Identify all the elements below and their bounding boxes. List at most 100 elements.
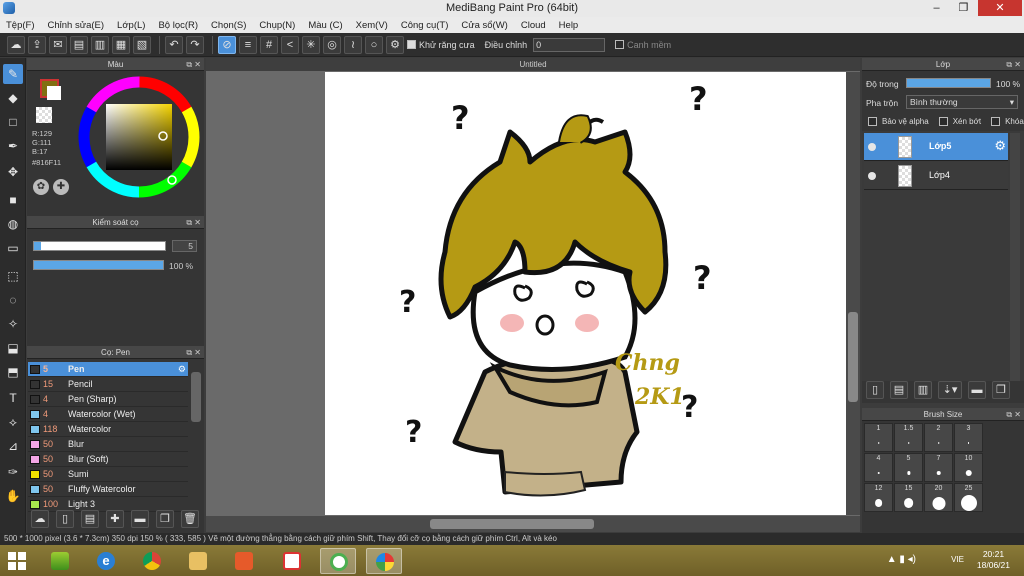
document-tab[interactable]: Untitled xyxy=(206,58,860,71)
brush-opacity-slider[interactable] xyxy=(33,260,164,270)
panel-popout-close-icon[interactable]: ⧉ ✕ xyxy=(186,216,201,229)
layer-list-scrollbar[interactable] xyxy=(1010,133,1020,381)
menu-window[interactable]: Cửa sổ(W) xyxy=(461,20,507,31)
move-tool-icon[interactable]: ✥ xyxy=(3,162,23,182)
canvas-horizontal-scrollbar[interactable] xyxy=(206,516,860,532)
minimize-button[interactable]: – xyxy=(923,0,950,16)
pages-icon[interactable]: ▦ xyxy=(112,35,130,54)
snap-off-icon[interactable]: ⊘ xyxy=(218,35,236,54)
menu-file[interactable]: Tệp(F) xyxy=(6,20,35,31)
cloud-icon[interactable]: ☁ xyxy=(7,35,25,54)
brush-list-item[interactable]: 5 Pen ⚙ xyxy=(28,362,188,377)
taskbar-app-chrome[interactable] xyxy=(134,548,170,574)
brush-size-cell[interactable]: 10 xyxy=(954,453,983,482)
canvas-vertical-scrollbar[interactable] xyxy=(846,72,860,515)
visibility-icon[interactable] xyxy=(868,172,876,180)
taskbar-app-office[interactable] xyxy=(226,548,262,574)
message-icon[interactable]: ▤ xyxy=(70,35,88,54)
clock[interactable]: 20:21 18/06/21 xyxy=(977,549,1010,571)
radial-snap-icon[interactable]: ✳ xyxy=(302,35,320,54)
layer-opacity-slider[interactable] xyxy=(906,78,991,88)
eyedropper-alt-icon[interactable]: ✑ xyxy=(3,462,23,482)
select-pen-icon[interactable]: ⬓ xyxy=(3,338,23,358)
brush-size-cell[interactable]: 5 xyxy=(894,453,923,482)
brush-list-item[interactable]: 118 Watercolor xyxy=(28,422,188,437)
circle-snap-icon[interactable]: ◎ xyxy=(323,35,341,54)
select-eraser-icon[interactable]: ⬒ xyxy=(3,362,23,382)
brush-size-cell[interactable]: 15 xyxy=(894,483,923,512)
menu-view[interactable]: Xem(V) xyxy=(356,20,388,31)
language-indicator[interactable]: VIE xyxy=(951,555,964,564)
protect-alpha-checkbox[interactable] xyxy=(868,117,877,126)
brush-size-cell[interactable]: 1 xyxy=(864,423,893,452)
vertical-scroll-thumb[interactable] xyxy=(848,312,858,402)
undo-icon[interactable]: ↶ xyxy=(165,35,183,54)
pen-tool-icon[interactable]: ✒ xyxy=(3,136,23,156)
horizontal-scroll-thumb[interactable] xyxy=(430,519,594,529)
comment-icon[interactable]: ✉ xyxy=(49,35,67,54)
palette-add-icon[interactable]: ✚ xyxy=(53,179,69,195)
smooth-checkbox[interactable] xyxy=(615,40,625,49)
menu-cloud[interactable]: Cloud xyxy=(521,20,546,31)
hand-tool-icon[interactable]: ✋ xyxy=(3,486,23,506)
brush-size-cell[interactable]: 7 xyxy=(924,453,953,482)
dot-tool-icon[interactable]: □ xyxy=(3,112,23,132)
eraser-tool-icon[interactable]: ◆ xyxy=(3,88,23,108)
brush-copy-icon[interactable]: ❐ xyxy=(156,510,174,528)
brush-size-cell[interactable]: 20 xyxy=(924,483,953,512)
parallel-snap-icon[interactable]: ≡ xyxy=(239,35,257,54)
brush-folder-icon[interactable]: ▬ xyxy=(131,510,149,528)
panel-popout-close-icon[interactable]: ⧉ ✕ xyxy=(1006,58,1021,71)
menu-tools[interactable]: Công cụ(T) xyxy=(401,20,449,31)
fill-tool-icon[interactable]: ◍ xyxy=(3,214,23,234)
magic-wand-icon[interactable]: ✧ xyxy=(3,314,23,334)
taskbar-app-ie[interactable]: e xyxy=(88,548,124,574)
tray-icons[interactable]: ▲ ▮ ◂) xyxy=(887,554,916,565)
maximize-button[interactable]: ❐ xyxy=(950,0,977,16)
brush-size-cell[interactable]: 3 xyxy=(954,423,983,452)
taskbar-app-medibang[interactable] xyxy=(366,548,402,574)
gear-icon[interactable]: ⚙ xyxy=(178,362,186,377)
divide-tool-icon[interactable]: ⟡ xyxy=(3,412,23,432)
taskbar-app-explorer[interactable] xyxy=(180,548,216,574)
panel-popout-close-icon[interactable]: ⧉ ✕ xyxy=(186,346,201,359)
brush-list-item[interactable]: 50 Blur xyxy=(28,437,188,452)
brush-size-cell[interactable]: 1.5 xyxy=(894,423,923,452)
brush-tool-icon[interactable]: ✎ xyxy=(3,64,23,84)
cross-snap-icon[interactable]: # xyxy=(260,35,278,54)
select-tool-icon[interactable]: ⬚ xyxy=(3,266,23,286)
brush-size-cell[interactable]: 4 xyxy=(864,453,893,482)
redo-icon[interactable]: ↷ xyxy=(186,35,204,54)
taskbar-app-bluestacks[interactable] xyxy=(42,548,78,574)
snap-settings-icon[interactable]: ⚙ xyxy=(386,35,404,54)
brush-delete-icon[interactable]: 🗑 xyxy=(181,510,199,528)
folder-icon[interactable]: ▬ xyxy=(968,381,986,399)
new-halftone-layer-icon[interactable]: ▥ xyxy=(914,381,932,399)
start-windows-icon[interactable] xyxy=(8,552,26,570)
brush-size-cell[interactable]: 25 xyxy=(954,483,983,512)
text-tool-icon[interactable]: T xyxy=(3,388,23,408)
visibility-icon[interactable] xyxy=(868,143,876,151)
brush-list-item[interactable]: 50 Sumi xyxy=(28,467,188,482)
menu-color[interactable]: Màu (C) xyxy=(308,20,342,31)
eyedropper-icon[interactable]: ⊿ xyxy=(3,436,23,456)
transparent-swatch[interactable] xyxy=(36,107,52,123)
share-icon[interactable]: ⇪ xyxy=(28,35,46,54)
shape-tool-icon[interactable]: ■ xyxy=(3,190,23,210)
brush-list-item[interactable]: 15 Pencil xyxy=(28,377,188,392)
menu-select[interactable]: Chọn(S) xyxy=(211,20,246,31)
gear-icon[interactable]: ⚙ xyxy=(994,138,1006,154)
taskbar-app-paint[interactable] xyxy=(274,548,310,574)
brush-list-item[interactable]: 4 Pen (Sharp) xyxy=(28,392,188,407)
page-icon[interactable]: ▥ xyxy=(91,35,109,54)
antialias-checkbox[interactable] xyxy=(407,40,416,49)
add-layer-dropdown-icon[interactable]: ⇣▾ xyxy=(938,381,962,399)
brush-list-item[interactable]: 50 Blur (Soft) xyxy=(28,452,188,467)
menu-help[interactable]: Help xyxy=(559,20,579,31)
menu-filter[interactable]: Bộ lọc(R) xyxy=(158,20,198,31)
brush-list-scrollbar[interactable] xyxy=(191,372,201,422)
menu-edit[interactable]: Chỉnh sửa(E) xyxy=(48,20,105,31)
grid-icon[interactable]: ▧ xyxy=(133,35,151,54)
adjust-select[interactable] xyxy=(533,37,606,52)
brush-add-icon[interactable]: ✚ xyxy=(106,510,124,528)
